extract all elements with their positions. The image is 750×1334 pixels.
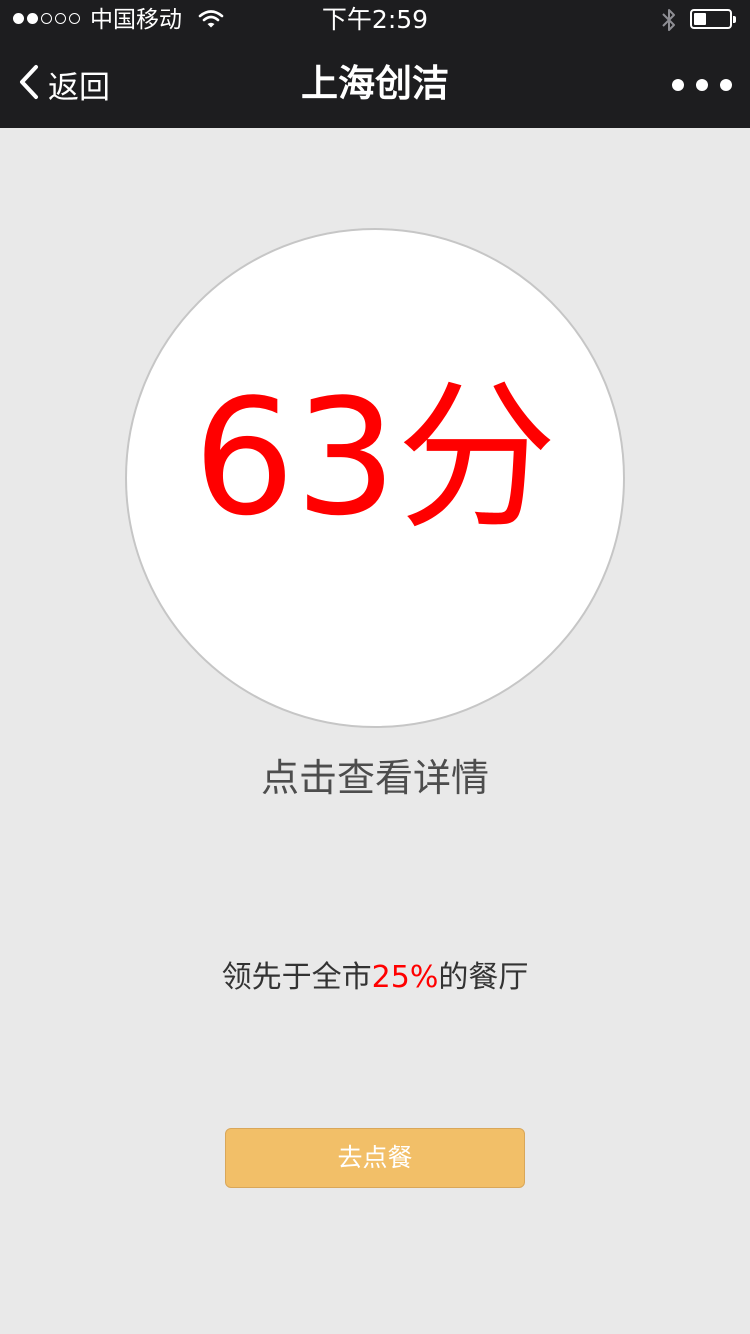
status-bar: 中国移动 下午2:59 <box>0 0 750 40</box>
more-icon[interactable] <box>672 74 732 96</box>
score-circle[interactable]: 63分 <box>125 228 625 728</box>
battery-icon <box>690 9 736 29</box>
rank-prefix: 领先于全市 <box>221 960 372 995</box>
battery-tip <box>733 16 736 23</box>
rank-statement: 领先于全市25%的餐厅 <box>0 958 750 998</box>
score-value: 63分 <box>193 364 557 551</box>
rank-suffix: 的餐厅 <box>438 960 529 995</box>
order-button[interactable]: 去点餐 <box>225 1128 525 1188</box>
status-time: 下午2:59 <box>321 5 429 34</box>
bluetooth-icon <box>660 7 678 37</box>
page-title: 上海创洁 <box>301 62 449 105</box>
more-dot <box>672 79 684 91</box>
rank-percent: 25% <box>371 960 439 995</box>
battery-level <box>694 13 706 25</box>
navigation-bar: 返回 上海创洁 <box>0 40 750 128</box>
more-dot <box>696 79 708 91</box>
view-details-link[interactable]: 点击查看详情 <box>0 754 750 802</box>
more-dot <box>720 79 732 91</box>
